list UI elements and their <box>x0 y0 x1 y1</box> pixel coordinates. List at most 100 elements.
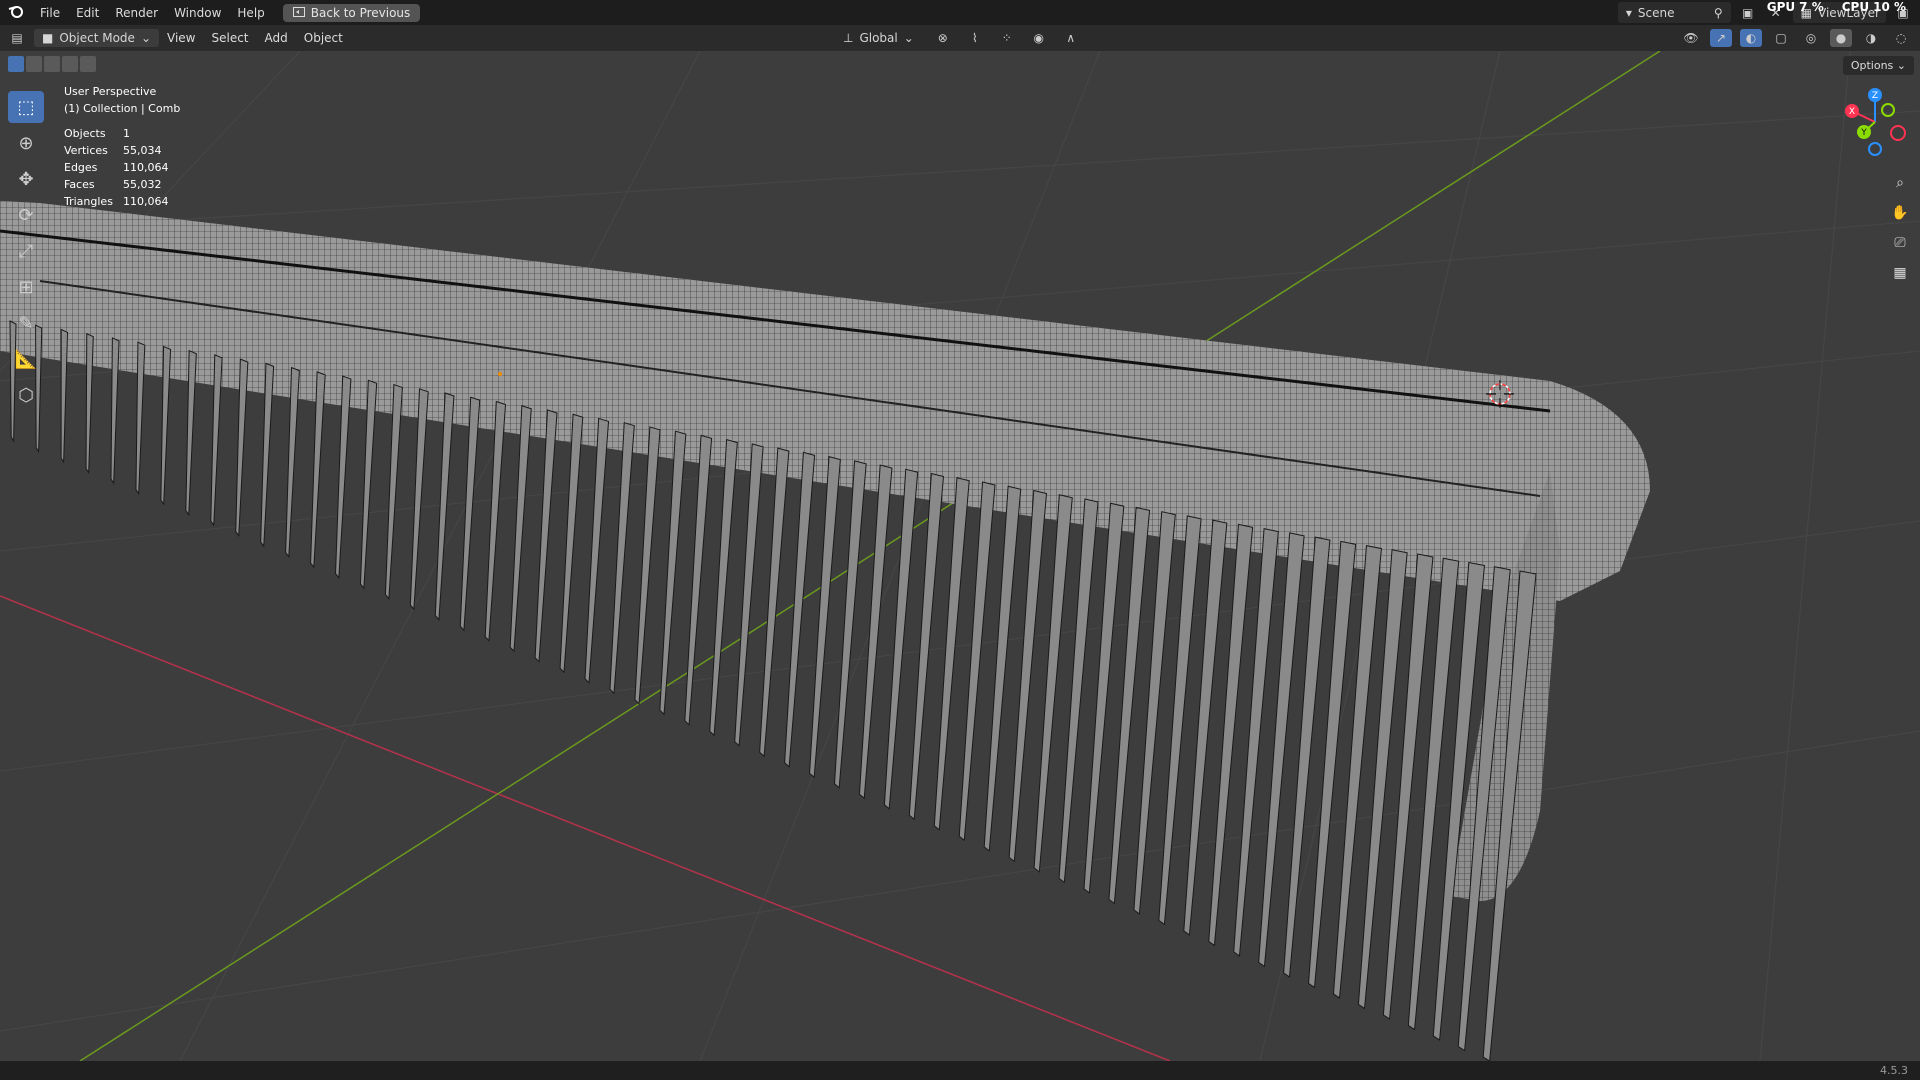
comb-tooth <box>734 443 764 747</box>
move-icon: ✥ <box>18 168 34 190</box>
comb-tooth <box>359 379 378 590</box>
gizmo-neg-z[interactable] <box>1868 142 1882 156</box>
comb-tooth <box>509 405 532 653</box>
menu-file[interactable]: File <box>32 6 68 20</box>
select-box-icon: ⬚ <box>17 96 35 118</box>
select-intersect-icon[interactable] <box>80 56 96 72</box>
menu-edit[interactable]: Edit <box>68 6 107 20</box>
stat-label: Edges <box>64 161 98 174</box>
chevron-down-icon: ⌄ <box>903 31 914 45</box>
collection-label: (1) Collection | Comb <box>64 102 181 115</box>
viewport-header: ▤ ■ Object Mode ⌄ View Select Add Object… <box>0 25 1920 51</box>
pan-hand-icon[interactable]: ✋ <box>1888 201 1912 225</box>
snap-icon[interactable]: ⌇ <box>964 29 986 47</box>
select-extend-icon[interactable] <box>26 56 42 72</box>
stat-row: Triangles 110,064 <box>64 193 180 210</box>
perspective-label: User Perspective <box>64 85 157 98</box>
stat-value: 110,064 <box>123 195 169 208</box>
menu-render[interactable]: Render <box>107 6 166 20</box>
stat-row: Objects 1 <box>64 125 180 142</box>
menu-add[interactable]: Add <box>257 31 296 45</box>
cpu-label: CPU <box>1841 0 1870 14</box>
menu-select[interactable]: Select <box>203 31 256 45</box>
comb-tooth <box>459 396 481 632</box>
top-bar: File Edit Render Window Help Back to Pre… <box>0 0 1920 25</box>
overlay-toggle-icon[interactable]: ◐ <box>1740 29 1762 47</box>
viewport-scene <box>0 51 1920 1061</box>
stat-value: 55,034 <box>123 144 162 157</box>
gizmo-neg-y[interactable] <box>1881 103 1895 117</box>
stat-row: Faces 55,032 <box>64 176 180 193</box>
tool-annotate[interactable]: ✎ <box>8 307 44 339</box>
comb-tooth <box>609 422 635 695</box>
pivot-icon[interactable]: ⊗ <box>932 29 954 47</box>
pin-icon[interactable]: ⚲ <box>1714 6 1723 20</box>
comb-tooth <box>659 430 687 716</box>
shading-wireframe-icon[interactable]: ◎ <box>1800 29 1822 47</box>
tool-add-cube[interactable]: ⬡ <box>8 379 44 411</box>
comb-tooth <box>409 388 429 611</box>
camera-icon[interactable]: ⎚ <box>1888 231 1912 255</box>
ortho-grid-icon[interactable]: ▦ <box>1888 261 1912 285</box>
options-dropdown[interactable]: Options ⌄ <box>1842 56 1914 75</box>
comb-tooth <box>384 383 403 600</box>
scale-icon: ⤢ <box>18 240 34 262</box>
shading-rendered-icon[interactable]: ◌ <box>1890 29 1912 47</box>
tool-select-box[interactable]: ⬚ <box>8 91 44 123</box>
tool-measure[interactable]: 📐 <box>8 343 44 375</box>
orientation-selector[interactable]: ⊥ Global ⌄ <box>835 29 922 47</box>
select-invert-icon[interactable] <box>62 56 78 72</box>
new-scene-icon[interactable]: ▣ <box>1737 4 1759 22</box>
comb-tooth <box>584 417 610 684</box>
blender-logo-icon[interactable] <box>0 4 32 21</box>
stat-value: 110,064 <box>123 161 169 174</box>
mode-selector[interactable]: ■ Object Mode ⌄ <box>34 29 159 47</box>
shading-material-icon[interactable]: ◑ <box>1860 29 1882 47</box>
options-label: Options <box>1850 59 1894 72</box>
shading-solid-icon[interactable]: ● <box>1830 29 1852 47</box>
menu-window[interactable]: Window <box>166 6 229 20</box>
select-subtract-icon[interactable] <box>44 56 60 72</box>
tool-rotate[interactable]: ⟳ <box>8 199 44 231</box>
annotate-icon: ✎ <box>18 312 34 334</box>
tool-scale[interactable]: ⤢ <box>8 235 44 267</box>
back-to-previous-button[interactable]: Back to Previous <box>282 3 421 22</box>
tool-move[interactable]: ✥ <box>8 163 44 195</box>
zoom-icon[interactable]: ⌕ <box>1888 171 1912 195</box>
tool-transform[interactable]: ⊞ <box>8 271 44 303</box>
proportional-edit-icon[interactable]: ◉ <box>1028 29 1050 47</box>
visibility-icon[interactable]: 👁 <box>1680 29 1702 47</box>
orientation-label: Global <box>859 31 898 45</box>
object-mode-icon: ■ <box>42 31 54 45</box>
gizmo-neg-x[interactable] <box>1890 125 1906 141</box>
comb-tooth <box>834 460 867 789</box>
select-mode-group <box>8 56 96 72</box>
transform-icon: ⊞ <box>18 276 34 298</box>
stat-label: Faces <box>64 178 95 191</box>
xray-icon[interactable]: ▢ <box>1770 29 1792 47</box>
navigation-gizmo[interactable]: Z X Y <box>1840 87 1910 157</box>
select-new-icon[interactable] <box>8 56 24 72</box>
editor-type-icon[interactable]: ▤ <box>6 29 28 47</box>
comb-tooth <box>559 413 584 674</box>
scene-selector[interactable]: ▾ Scene ⚲ <box>1617 2 1731 23</box>
menu-object[interactable]: Object <box>296 31 351 45</box>
falloff-icon[interactable]: ∧ <box>1060 29 1082 47</box>
3d-viewport[interactable]: Options ⌄ ⬚ ⊕ ✥ ⟳ ⤢ ⊞ ✎ 📐 ⬡ User Perspec… <box>0 51 1920 1061</box>
stat-label: Triangles <box>64 195 113 208</box>
rotate-icon: ⟳ <box>18 204 34 226</box>
gizmo-toggle-icon[interactable]: ↗ <box>1710 29 1732 47</box>
gpu-label: GPU <box>1766 0 1796 14</box>
comb-tooth <box>110 337 120 485</box>
comb-tooth <box>60 328 69 464</box>
menu-view[interactable]: View <box>159 31 203 45</box>
menu-help[interactable]: Help <box>229 6 272 20</box>
snap-target-icon[interactable]: ⁘ <box>996 29 1018 47</box>
tool-cursor[interactable]: ⊕ <box>8 127 44 159</box>
gpu-value: 7 % <box>1799 0 1824 14</box>
stat-value: 1 <box>123 127 130 140</box>
comb-tooth <box>709 438 738 737</box>
tool-shelf: ⬚ ⊕ ✥ ⟳ ⤢ ⊞ ✎ 📐 ⬡ <box>8 91 44 411</box>
scene-label: Scene <box>1637 5 1675 20</box>
cursor-icon: ⊕ <box>18 132 34 154</box>
